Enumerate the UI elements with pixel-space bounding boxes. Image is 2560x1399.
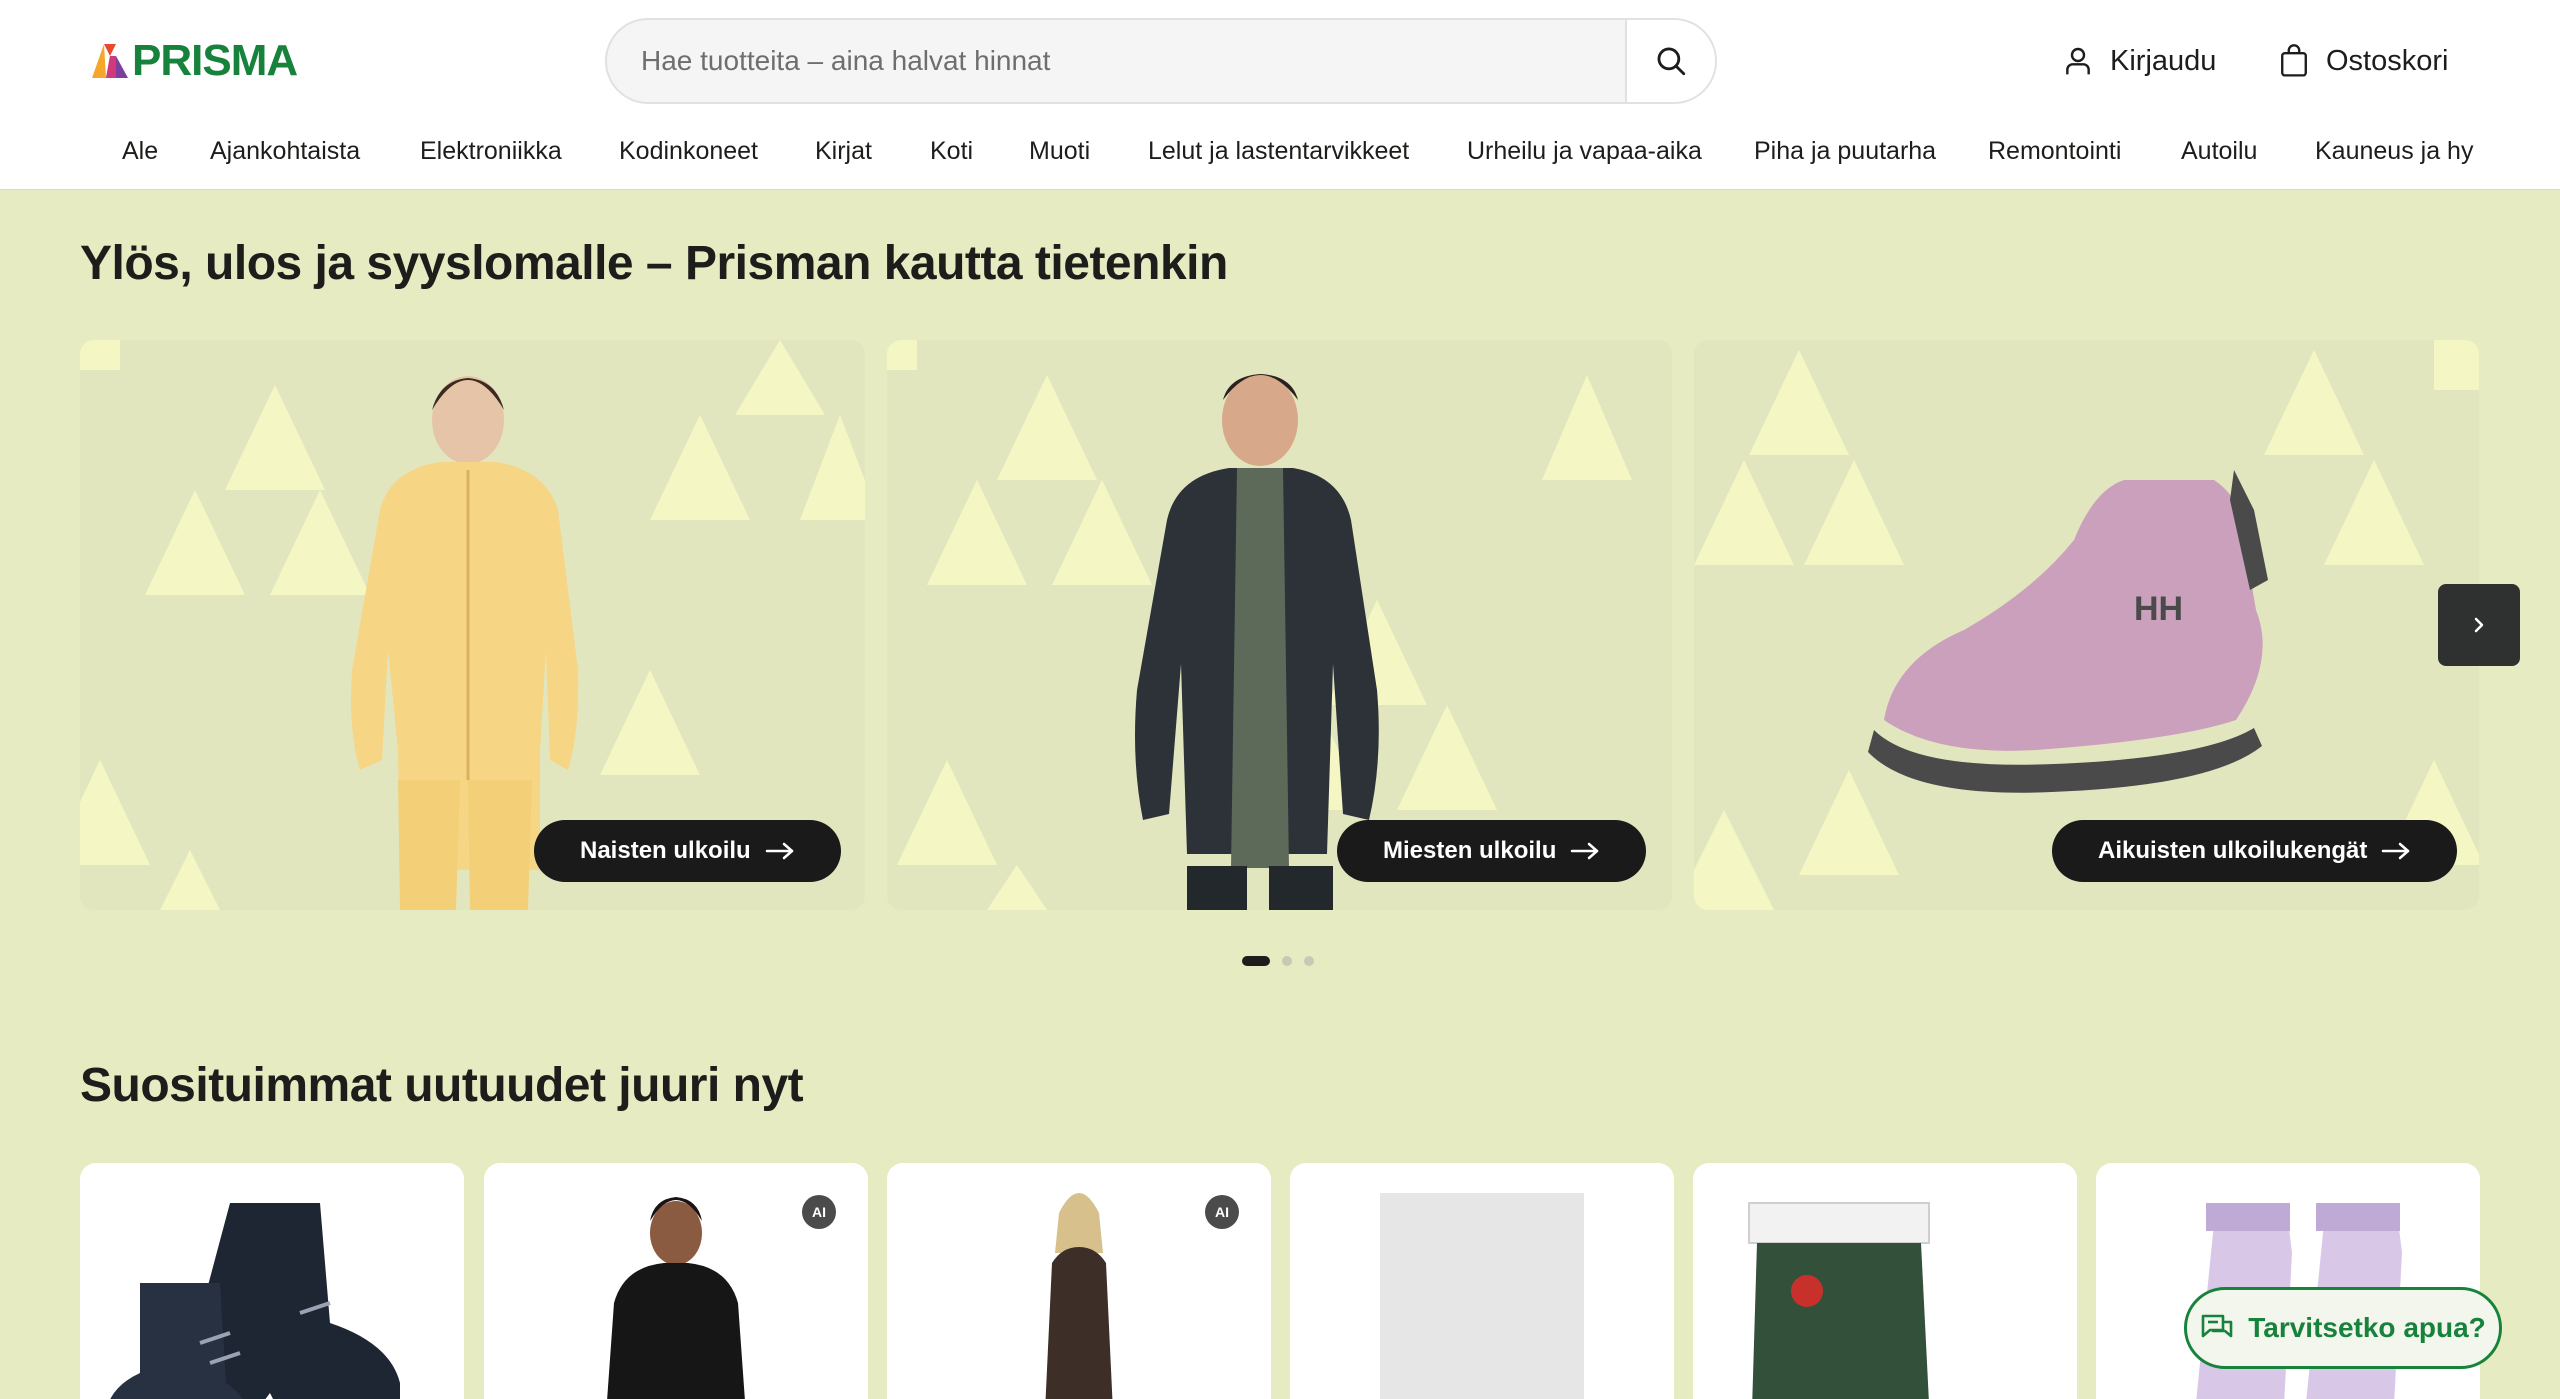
- help-label: Tarvitsetko apua?: [2248, 1312, 2486, 1343]
- nav-item-urheilu[interactable]: Urheilu ja vapaa-aika: [1467, 128, 1702, 174]
- search-input[interactable]: [607, 20, 1625, 102]
- carousel-next-button[interactable]: [2438, 584, 2520, 666]
- hero-card-women[interactable]: Naisten ulkoilu: [80, 340, 865, 910]
- womens-outdoor-label: Naisten ulkoilu: [580, 837, 751, 864]
- nav-item-muoti[interactable]: Muoti: [1029, 128, 1090, 174]
- user-icon: [2066, 47, 2090, 75]
- nav-item-kauneus[interactable]: Kauneus ja hy: [2315, 128, 2473, 174]
- nav-item-remontointi[interactable]: Remontointi: [1988, 128, 2121, 174]
- prisma-logo-icon: [92, 44, 128, 78]
- man-figure: [1135, 374, 1379, 910]
- search-icon: [1657, 47, 1686, 76]
- carousel-dot[interactable]: [1242, 956, 1270, 966]
- hiking-shoe: HH: [1868, 470, 2268, 793]
- nav-item-ale[interactable]: Ale: [122, 128, 158, 174]
- login-button[interactable]: Kirjaudu: [2062, 36, 2216, 86]
- new-products-title: Suosituimmat uutuudet juuri nyt: [80, 1059, 804, 1112]
- arrow-right-icon: [2382, 842, 2410, 860]
- product-card[interactable]: AI: [484, 1163, 868, 1399]
- product-card[interactable]: [1290, 1163, 1674, 1399]
- womens-outdoor-button[interactable]: Naisten ulkoilu: [534, 820, 841, 882]
- carousel-dot[interactable]: [1304, 956, 1314, 966]
- cart-button[interactable]: Ostoskori: [2278, 36, 2448, 86]
- nav-item-piha[interactable]: Piha ja puutarha: [1754, 128, 1936, 174]
- adult-outdoor-shoes-label: Aikuisten ulkoilukengät: [2098, 837, 2368, 864]
- hero-card-shoes[interactable]: HH Aikuisten ulkoilukengät: [1694, 340, 2479, 910]
- nav-item-kirjat[interactable]: Kirjat: [815, 128, 872, 174]
- hero-card-men[interactable]: Miesten ulkoilu: [887, 340, 1672, 910]
- brand-name: PRISMA: [132, 36, 298, 85]
- chevron-right-icon: [2474, 617, 2484, 633]
- carousel-dots: [1242, 956, 1314, 966]
- ai-badge: AI: [1205, 1195, 1239, 1229]
- svg-text:HH: HH: [2134, 590, 2183, 628]
- mens-outdoor-label: Miesten ulkoilu: [1383, 837, 1557, 864]
- product-card[interactable]: AI: [887, 1163, 1271, 1399]
- arrow-right-icon: [1571, 842, 1599, 860]
- cart-label: Ostoskori: [2326, 44, 2449, 77]
- product-image-green-shoe: [1380, 1193, 1584, 1399]
- nav-item-koti[interactable]: Koti: [930, 128, 973, 174]
- prisma-logo[interactable]: PRISMA: [92, 36, 298, 86]
- nav-item-elektroniikka[interactable]: Elektroniikka: [420, 128, 562, 174]
- help-chat-button[interactable]: Tarvitsetko apua?: [2184, 1287, 2502, 1369]
- search-bar: [605, 18, 1717, 104]
- product-card[interactable]: [80, 1163, 464, 1399]
- site-header: PRISMA Kirjaudu Ostoskori Ale Ajankohtai…: [0, 0, 2560, 190]
- search-button[interactable]: [1625, 20, 1715, 102]
- adult-outdoor-shoes-button[interactable]: Aikuisten ulkoilukengät: [2052, 820, 2458, 882]
- mens-outdoor-button[interactable]: Miesten ulkoilu: [1337, 820, 1647, 882]
- carousel-dot[interactable]: [1282, 956, 1292, 966]
- hero-title: Ylös, ulos ja syyslomalle – Prisman kaut…: [80, 237, 1228, 290]
- product-image-rubber-boot: [1748, 1202, 1930, 1399]
- category-nav: Ale Ajankohtaista Elektroniikka Kodinkon…: [0, 128, 2560, 174]
- ai-badge: AI: [802, 1195, 836, 1229]
- nav-item-lelut[interactable]: Lelut ja lastentarvikkeet: [1148, 128, 1409, 174]
- product-card[interactable]: [1693, 1163, 2077, 1399]
- nav-item-kodinkoneet[interactable]: Kodinkoneet: [619, 128, 758, 174]
- chat-icon: [2201, 1314, 2233, 1338]
- arrow-right-icon: [765, 842, 793, 860]
- product-image-winter-boots: [110, 1203, 400, 1399]
- login-label: Kirjaudu: [2110, 44, 2217, 77]
- shopping-bag-icon: [2281, 44, 2307, 77]
- nav-item-ajankohtaista[interactable]: Ajankohtaista: [210, 128, 360, 174]
- nav-item-autoilu[interactable]: Autoilu: [2181, 128, 2257, 174]
